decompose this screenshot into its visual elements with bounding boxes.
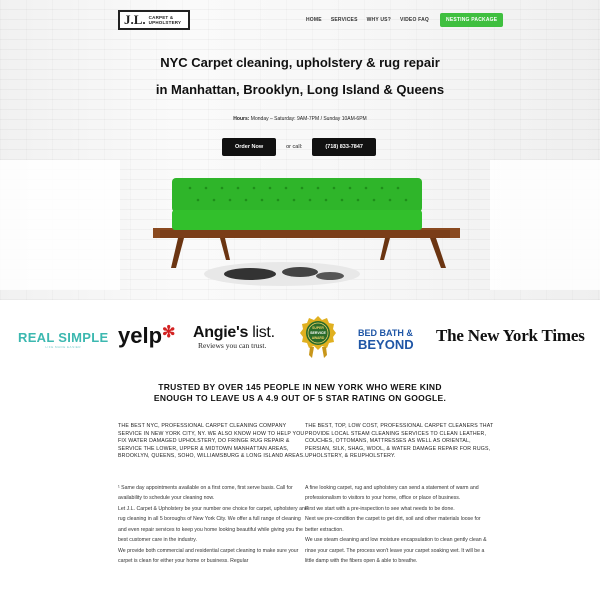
new-york-times-logo: The New York Times [436,326,585,345]
hero-title-line1: NYC Carpet cleaning, upholstery & rug re… [160,55,440,70]
left-paragraph-1: ¹ Same day appointments available on a f… [118,484,293,502]
yelp-text: yelp [118,323,163,348]
hero-title-line2: in Manhattan, Brooklyn, Long Island & Qu… [155,82,445,97]
angies-list-text: list. [248,324,275,341]
seal-mid-text: SERVICE [310,331,326,335]
nesting-package-button[interactable]: NESTING PACKAGE [440,13,504,27]
nav-item-why-us[interactable]: WHY US? [367,17,391,23]
bbb-line2: BEYOND [358,337,414,352]
left-column-heading: THE BEST NYC, PROFESSIONAL CARPET CLEANI… [118,423,305,459]
right-column-heading: THE BEST, TOP, LOW COST, PROFESSIONAL CA… [305,423,494,459]
real-simple-tagline: LIFE MADE EASIER [45,345,82,349]
right-paragraph-1: A fine looking carpet, rug and upholster… [305,484,479,502]
site-logo[interactable]: J.L. CARPET & UPHOLSTERY [118,10,190,30]
or-call-label: or call: [286,144,303,150]
real-simple-text: REAL SIMPLE [18,330,109,345]
right-paragraph-3: Next we pre-condition the carpet to get … [305,516,481,533]
hero-section: J.L. CARPET & UPHOLSTERY HOME SERVICES W… [0,0,600,300]
green-sofa-image [153,178,460,286]
trust-statement: TRUSTED BY OVER 145 PEOPLE IN NEW YORK W… [0,382,600,404]
angies-text: Angie's [193,324,249,341]
nav-item-home[interactable]: HOME [306,17,322,23]
nav-item-services[interactable]: SERVICES [331,17,358,23]
angies-tagline: Reviews you can trust. [198,341,267,350]
nav-item-video-faq[interactable]: VIDEO FAQ [400,17,429,23]
super-service-award-badge: SUPER SERVICE AWARD [300,316,336,358]
hours-text: Monday – Saturday: 9AM-7PM / Sunday 10AM… [249,116,367,122]
phone-button[interactable]: (718) 833-7847 [312,138,376,156]
business-hours: Hours: Monday – Saturday: 9AM-7PM / Sund… [0,116,600,122]
left-content-column: THE BEST NYC, PROFESSIONAL CARPET CLEANI… [118,423,308,567]
bed-bath-beyond-logo: BED BATH & BEYOND [358,328,414,352]
seal-top-text: SUPER [312,326,324,330]
hours-label: Hours: [233,116,250,122]
yelp-burst-icon: ✻ [162,324,176,341]
yelp-logo: yelp✻ [118,323,175,349]
left-paragraph-3: We provide both commercial and residenti… [118,547,299,565]
logo-mark: J.L. [124,12,146,27]
trust-line1: TRUSTED BY OVER 145 PEOPLE IN NEW YORK W… [158,382,442,392]
real-simple-logo: REAL SIMPLE LIFE MADE EASIER [18,330,108,349]
right-paragraph-4: We use steam cleaning and low moisture e… [305,537,487,564]
right-content-column: THE BEST, TOP, LOW COST, PROFESSIONAL CA… [305,423,495,567]
right-paragraph-2: First we start with a pre-inspection to … [305,505,455,512]
seal-bottom-text: AWARD [312,336,325,340]
main-nav: HOME SERVICES WHY US? VIDEO FAQ NESTING … [306,13,512,27]
angies-list-logo: Angie's list. Reviews you can trust. [193,324,275,350]
left-paragraph-2: Let J.L. Carpet & Upholstery be your num… [118,505,308,544]
hero-cta-row: Order Now or call: (718) 833-7847 [222,138,376,156]
order-now-button[interactable]: Order Now [222,138,277,156]
press-logos-strip: REAL SIMPLE LIFE MADE EASIER yelp✻ Angie… [0,312,600,367]
trust-line2: ENOUGH TO LEAVE US A 4.9 OUT OF 5 STAR R… [153,393,447,403]
logo-subtitle: CARPET & UPHOLSTERY [148,15,182,25]
